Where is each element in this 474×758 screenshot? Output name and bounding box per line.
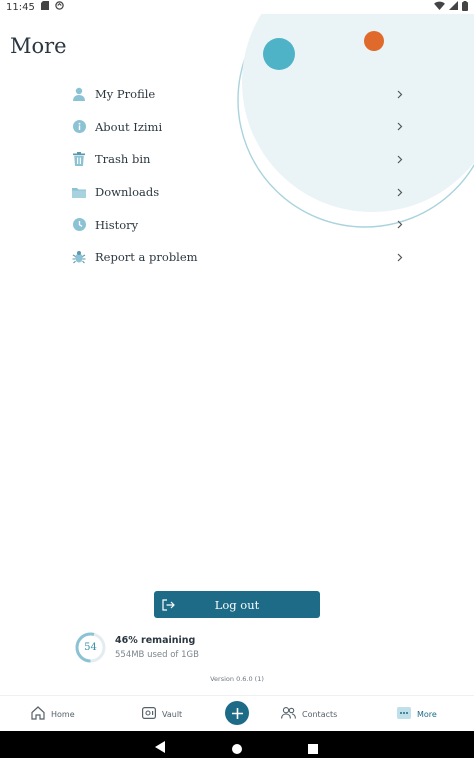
vault-icon — [142, 707, 157, 721]
menu-item-label: Downloads — [95, 185, 160, 200]
storage-ring: 54 — [74, 631, 107, 664]
nav-more-label: More — [417, 709, 437, 719]
sync-icon — [55, 1, 64, 13]
menu-item-my-profile[interactable]: My Profile — [64, 78, 410, 111]
nav-contacts[interactable]: Contacts — [281, 696, 337, 732]
log-out-button[interactable]: Log out — [154, 591, 320, 618]
menu-item-label: Trash bin — [95, 152, 151, 167]
add-button[interactable] — [225, 701, 249, 725]
chevron-right-icon — [390, 253, 410, 262]
folder-icon — [64, 187, 94, 198]
back-icon[interactable] — [155, 738, 165, 757]
more-dots-icon — [397, 707, 411, 721]
nav-home-label: Home — [51, 709, 75, 719]
info-icon — [64, 120, 94, 134]
recents-square-icon[interactable] — [308, 739, 318, 758]
trash-icon — [64, 152, 94, 167]
signal-icon — [449, 1, 458, 13]
system-nav-bar — [0, 731, 474, 758]
menu-item-trash-bin[interactable]: Trash bin — [64, 143, 410, 176]
nav-contacts-label: Contacts — [302, 709, 338, 719]
menu-item-history[interactable]: History — [64, 208, 410, 241]
menu-item-label: My Profile — [95, 87, 156, 102]
nav-vault-label: Vault — [162, 709, 183, 719]
menu-item-report-a-problem[interactable]: Report a problem — [64, 241, 410, 274]
menu-item-label: About Izimi — [95, 119, 163, 134]
nav-vault[interactable]: Vault — [142, 696, 182, 732]
version-label: Version 0.6.0 (1) — [210, 675, 264, 683]
chevron-right-icon — [390, 90, 410, 99]
storage-ring-label: 54 — [84, 642, 97, 653]
contacts-icon — [281, 707, 296, 721]
storage-used: 554MB used of 1GB — [115, 650, 199, 660]
nav-home[interactable]: Home — [31, 696, 75, 732]
menu-item-label: Report a problem — [95, 250, 198, 265]
clock-icon — [64, 218, 94, 232]
status-bar: 11:45 — [0, 0, 474, 14]
log-out-label: Log out — [214, 597, 260, 612]
storage-usage: 54 46% remaining 554MB used of 1GB — [74, 631, 199, 664]
plus-icon — [231, 704, 243, 723]
home-icon — [31, 706, 45, 722]
menu-item-downloads[interactable]: Downloads — [64, 176, 410, 209]
person-icon — [64, 87, 94, 102]
chevron-right-icon — [390, 188, 410, 197]
bottom-nav: Home Vault Contacts More — [0, 695, 474, 731]
chevron-right-icon — [390, 155, 410, 164]
home-circle-icon[interactable] — [232, 739, 242, 758]
menu-item-about-izimi[interactable]: About Izimi — [64, 111, 410, 144]
battery-icon — [462, 0, 468, 14]
menu-item-label: History — [95, 217, 139, 232]
chevron-right-icon — [390, 122, 410, 131]
nav-more[interactable]: More — [397, 696, 437, 732]
more-menu: My Profile About Izimi Trash bin Downloa… — [64, 78, 410, 274]
bug-icon — [64, 250, 94, 264]
page-title: More — [10, 34, 67, 58]
sd-card-icon — [40, 1, 49, 13]
storage-remaining: 46% remaining — [115, 635, 196, 646]
chevron-right-icon — [390, 220, 410, 229]
logout-icon — [154, 598, 182, 611]
status-time: 11:45 — [6, 1, 35, 13]
wifi-icon — [434, 1, 445, 13]
